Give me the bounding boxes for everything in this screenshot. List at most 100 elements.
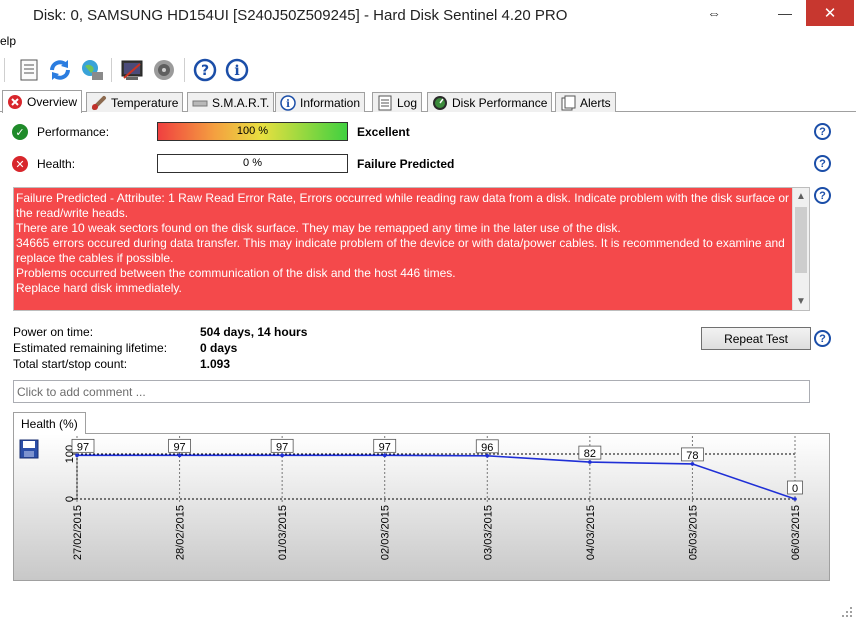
tab-health-chart[interactable]: Health (%) — [13, 412, 86, 434]
tab-disk-performance[interactable]: Disk Performance — [427, 92, 553, 112]
info-icon: i — [280, 94, 296, 111]
alert-text: Failure Predicted - Attribute: 1 Raw Rea… — [16, 191, 791, 296]
close-button[interactable]: ✕ — [806, 0, 854, 26]
health-bar: 0 % — [157, 154, 348, 173]
repeat-test-button[interactable]: Repeat Test — [701, 327, 811, 350]
svg-text:i: i — [234, 63, 239, 79]
alert-line: 34665 errors occured during data transfe… — [16, 236, 785, 265]
tab-label: S.M.A.R.T. — [212, 95, 270, 110]
tab-label: Temperature — [111, 95, 179, 110]
tab-bar: Overview Temperature S.M.A.R.T. i Inform… — [0, 90, 856, 113]
resize-grip-icon[interactable] — [841, 606, 853, 618]
save-icon[interactable] — [19, 439, 39, 459]
tab-information[interactable]: i Information — [275, 92, 366, 112]
overview-panel: ✓ Performance: 100 % Excellent ? ✕ Healt… — [0, 112, 856, 621]
scroll-up-icon[interactable]: ▲ — [793, 188, 809, 205]
start-stop-count-label: Total start/stop count: — [13, 357, 128, 371]
data-label: 96 — [481, 442, 493, 454]
health-chart: 0100 97 97 97 97 9682 78027/02/2015 28/02/2015 0… — [14, 434, 829, 580]
info-icon[interactable]: i — [224, 57, 250, 83]
help-icon[interactable]: ? — [814, 123, 831, 140]
data-point — [485, 454, 490, 458]
power-on-time-label: Power on time: — [13, 325, 94, 339]
alert-line: There are 10 weak sectors found on the d… — [16, 221, 621, 235]
refresh-icon[interactable] — [47, 57, 73, 83]
menu-help[interactable]: elp — [0, 34, 16, 48]
tab-label: Alerts — [580, 95, 611, 110]
resize-icon[interactable]: ⇔ — [700, 0, 728, 26]
data-label: 97 — [276, 441, 288, 453]
tab-alerts[interactable]: Alerts — [555, 92, 616, 112]
tab-temperature[interactable]: Temperature — [86, 92, 184, 112]
x-tick-label: 05/03/2015 — [687, 505, 699, 560]
x-tick-label: 04/03/2015 — [585, 505, 597, 560]
title-bar: Disk: 0, SAMSUNG HD154UI [S240J50Z509245… — [0, 0, 856, 32]
data-label: 97 — [77, 441, 89, 453]
tab-label: Overview — [27, 95, 78, 109]
health-percent: 0 % — [243, 157, 262, 169]
alert-line: Problems occurred between the communicat… — [16, 266, 456, 280]
health-chart-panel: 0 100 97 97 97 97 96 82 78 0 27/02/2015 28/02/2015 0… — [13, 433, 830, 581]
report-icon[interactable] — [16, 57, 42, 83]
help-icon[interactable]: ? — [814, 187, 831, 204]
x-tick-label: 03/03/2015 — [482, 505, 494, 560]
tab-log[interactable]: Log — [372, 92, 423, 112]
remaining-lifetime-value: 0 days — [200, 341, 238, 355]
network-icon[interactable] — [79, 57, 105, 83]
data-label: 78 — [686, 450, 698, 462]
help-icon[interactable]: ? — [814, 330, 831, 347]
data-label: 82 — [584, 448, 596, 460]
minimize-button[interactable]: — — [770, 0, 800, 26]
data-label: 0 — [792, 483, 798, 495]
performance-percent: 100 % — [236, 125, 269, 137]
health-label: Health: — [37, 157, 76, 171]
check-icon: ✓ — [12, 124, 28, 140]
alerts-icon — [560, 95, 576, 111]
health-alert-text: Failure Predicted - Attribute: 1 Raw Rea… — [13, 187, 810, 311]
tab-label: Disk Performance — [452, 95, 548, 110]
settings-icon[interactable] — [119, 57, 145, 83]
help-icon[interactable]: ? — [814, 155, 831, 172]
start-stop-count-value: 1.093 — [200, 357, 231, 371]
tab-label: Information — [300, 95, 361, 110]
tab-label: Log — [397, 95, 418, 110]
x-tick-label: 01/03/2015 — [277, 505, 289, 560]
toolbar-separator — [4, 58, 5, 82]
toolbar-separator — [184, 58, 185, 82]
y-tick-label: 0 — [64, 496, 76, 502]
scroll-down-icon[interactable]: ▼ — [793, 293, 809, 310]
vertical-scrollbar[interactable]: ▲ ▼ — [792, 188, 809, 310]
menu-bar: elp — [0, 32, 856, 50]
toolbar-separator — [111, 58, 112, 82]
svg-text:?: ? — [201, 63, 209, 79]
tab-overview[interactable]: Overview — [2, 90, 83, 113]
gauge-icon — [432, 95, 448, 111]
help-icon[interactable]: ? — [192, 57, 218, 83]
thermometer-icon — [91, 95, 107, 111]
health-value: Failure Predicted — [357, 157, 455, 171]
tab-smart[interactable]: S.M.A.R.T. — [187, 92, 275, 112]
svg-text:i: i — [286, 99, 290, 110]
data-point — [75, 453, 79, 458]
data-point — [690, 462, 695, 466]
x-tick-label: 06/03/2015 — [790, 505, 802, 560]
error-icon: ✕ — [12, 156, 28, 172]
performance-value: Excellent — [357, 125, 410, 139]
data-point — [280, 453, 284, 458]
data-label: 97 — [379, 441, 391, 453]
smart-icon — [192, 95, 208, 111]
data-point — [382, 453, 387, 458]
x-tick-label: 27/02/2015 — [72, 505, 84, 560]
speaker-icon[interactable] — [151, 57, 177, 83]
data-point — [177, 453, 182, 458]
performance-label: Performance: — [37, 125, 110, 139]
x-tick-label: 28/02/2015 — [175, 505, 187, 560]
x-tick-label: 02/03/2015 — [380, 505, 392, 560]
data-label: 97 — [173, 441, 185, 453]
tab-label: Health (%) — [21, 416, 78, 431]
scroll-thumb[interactable] — [795, 207, 807, 273]
data-point — [793, 497, 797, 501]
alert-line: Failure Predicted - Attribute: 1 Raw Rea… — [16, 191, 789, 220]
comment-input[interactable] — [13, 380, 810, 403]
log-icon — [377, 95, 393, 111]
